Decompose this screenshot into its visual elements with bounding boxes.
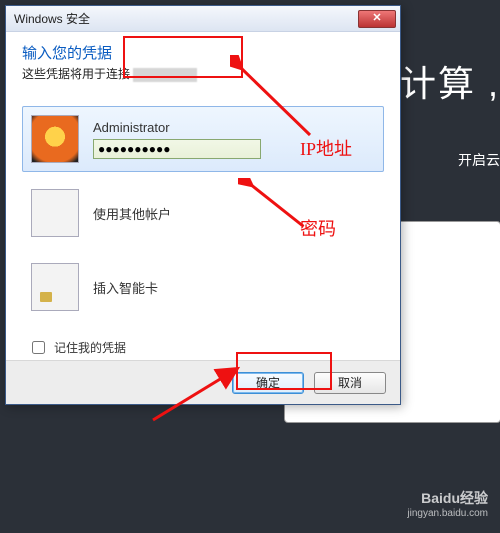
close-button[interactable]: ✕ bbox=[358, 10, 396, 28]
watermark-brand: Baidu经验 bbox=[407, 491, 488, 506]
bg-subline: 开启云 bbox=[458, 150, 500, 170]
username-label: Administrator bbox=[93, 120, 375, 135]
smartcard-label: 插入智能卡 bbox=[93, 278, 375, 297]
window-title: Windows 安全 bbox=[14, 10, 358, 27]
blank-avatar-icon bbox=[31, 189, 79, 237]
other-account-label: 使用其他帐户 bbox=[93, 204, 375, 223]
remember-credentials-row[interactable]: 记住我的凭据 bbox=[28, 338, 384, 357]
titlebar: Windows 安全 ✕ bbox=[6, 6, 400, 32]
password-input[interactable] bbox=[93, 139, 261, 159]
dialog-subtext: 这些凭据将用于连接 bbox=[22, 65, 384, 82]
dialog-heading: 输入您的凭据 bbox=[22, 42, 384, 63]
credential-tile-other-account[interactable]: 使用其他帐户 bbox=[22, 180, 384, 246]
close-icon: ✕ bbox=[372, 12, 381, 24]
ok-button[interactable]: 确定 bbox=[232, 372, 304, 394]
remember-checkbox[interactable] bbox=[32, 341, 45, 354]
dialog-footer: 确定 取消 bbox=[6, 360, 400, 404]
windows-security-dialog: Windows 安全 ✕ 输入您的凭据 这些凭据将用于连接 Administra… bbox=[5, 5, 401, 405]
bg-headline: 计算 , bbox=[400, 55, 500, 107]
credential-tile-smartcard[interactable]: 插入智能卡 bbox=[22, 254, 384, 320]
watermark-url: jingyan.baidu.com bbox=[407, 506, 488, 521]
credential-tile-administrator[interactable]: Administrator bbox=[22, 106, 384, 172]
watermark: Baidu经验 jingyan.baidu.com bbox=[407, 491, 488, 521]
user-avatar bbox=[31, 115, 79, 163]
ip-address-redacted bbox=[133, 68, 197, 82]
cancel-button[interactable]: 取消 bbox=[314, 372, 386, 394]
remember-label: 记住我的凭据 bbox=[54, 339, 126, 356]
smartcard-icon bbox=[31, 263, 79, 311]
